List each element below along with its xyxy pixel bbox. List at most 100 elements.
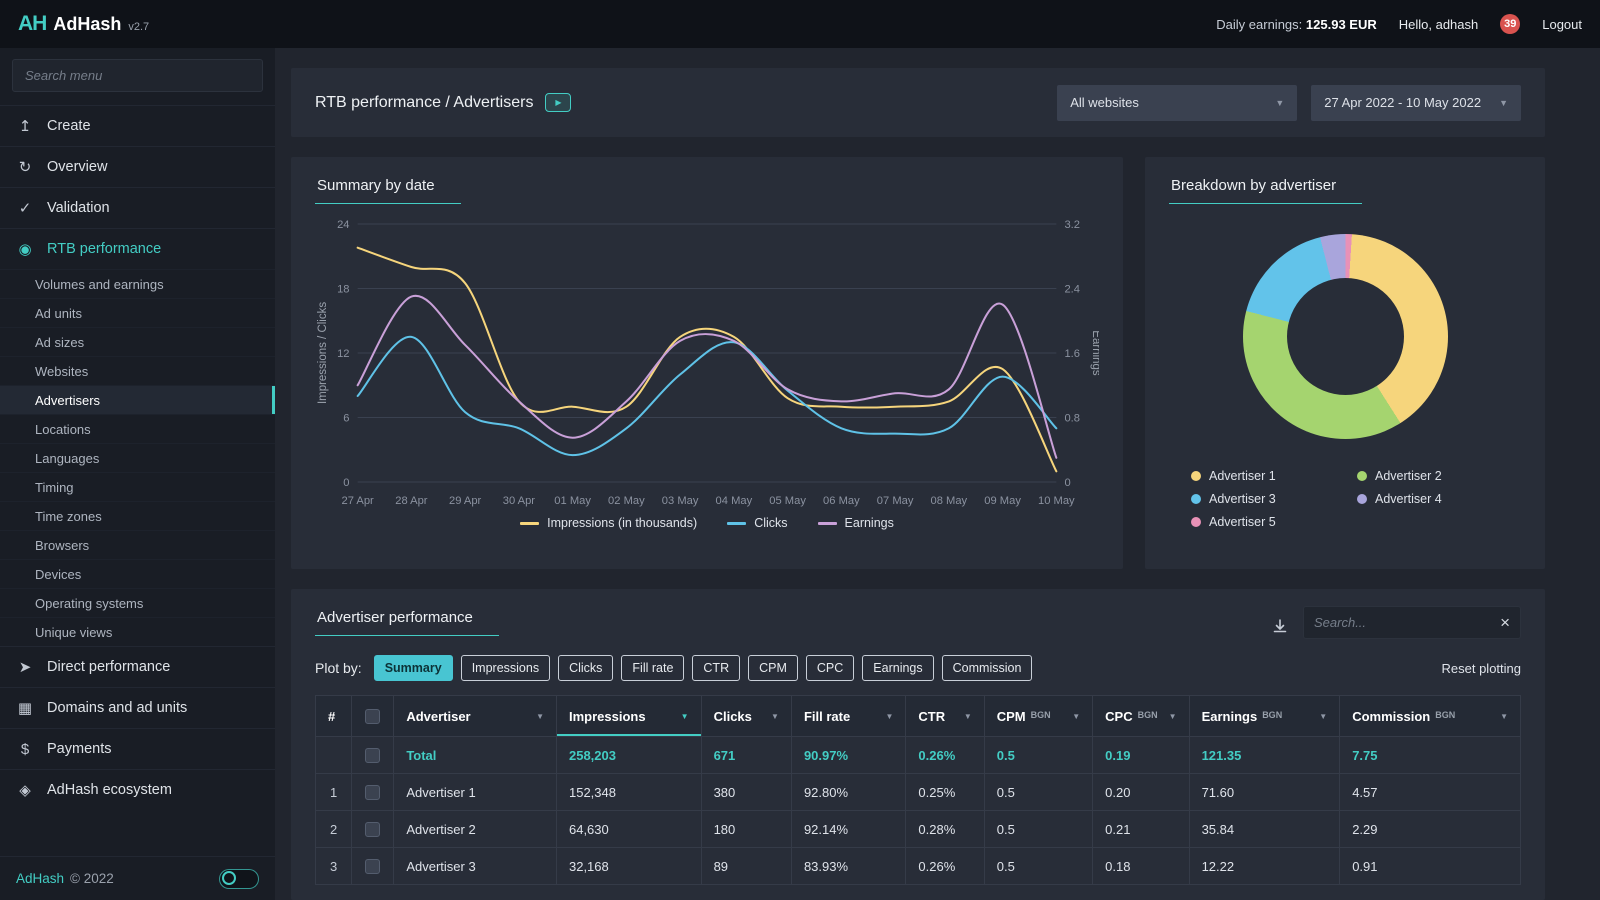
- play-button[interactable]: ▶: [545, 93, 571, 112]
- select-all-checkbox[interactable]: [365, 709, 380, 724]
- download-icon[interactable]: [1271, 617, 1289, 635]
- sidebar-search-input[interactable]: [12, 59, 263, 92]
- column-header-impressions[interactable]: Impressions ▼: [556, 696, 701, 737]
- plot-by-impressions-button[interactable]: Impressions: [461, 655, 550, 681]
- column-header-ctr[interactable]: CTR▼: [906, 696, 984, 737]
- adhash-logo[interactable]: AH AdHash v2.7: [18, 12, 149, 36]
- table-search-input[interactable]: [1314, 615, 1500, 630]
- sort-arrow-icon[interactable]: ▼: [536, 712, 544, 721]
- column-label: Advertiser: [406, 709, 470, 724]
- sidebar-item-operating-systems[interactable]: Operating systems: [0, 588, 275, 617]
- legend-item[interactable]: Impressions (in thousands): [520, 516, 697, 530]
- legend-item[interactable]: Clicks: [727, 516, 787, 530]
- currency-suffix: BGN: [1262, 710, 1282, 720]
- sidebar-item-languages[interactable]: Languages: [0, 443, 275, 472]
- sidebar-item-create[interactable]: ↥Create: [0, 105, 275, 146]
- svg-text:05 May: 05 May: [769, 495, 806, 507]
- plot-by-summary-button[interactable]: Summary: [374, 655, 453, 681]
- sort-arrow-icon[interactable]: ▼: [1319, 712, 1327, 721]
- cell-clicks: 671: [701, 737, 791, 774]
- column-header-cpc[interactable]: CPCBGN▼: [1093, 696, 1189, 737]
- legend-item[interactable]: Earnings: [818, 516, 894, 530]
- plot-by-ctr-button[interactable]: CTR: [692, 655, 740, 681]
- column-header-fill_rate[interactable]: Fill rate▼: [791, 696, 905, 737]
- sidebar-item-adhash-ecosystem[interactable]: ◈AdHash ecosystem: [0, 769, 275, 810]
- row-checkbox[interactable]: [365, 822, 380, 837]
- sidebar-item-unique-views[interactable]: Unique views: [0, 617, 275, 646]
- line-chart-legend: Impressions (in thousands) Clicks Earnings: [315, 516, 1099, 530]
- plot-by-earnings-button[interactable]: Earnings: [862, 655, 933, 681]
- plot-by-commission-button[interactable]: Commission: [942, 655, 1033, 681]
- column-header-cpm[interactable]: CPMBGN▼: [984, 696, 1092, 737]
- svg-text:10 May: 10 May: [1038, 495, 1075, 507]
- row-checkbox[interactable]: [365, 748, 380, 763]
- column-header-earnings[interactable]: EarningsBGN▼: [1189, 696, 1340, 737]
- theme-toggle[interactable]: [219, 869, 259, 889]
- reset-plotting-button[interactable]: Reset plotting: [1442, 661, 1522, 676]
- svg-text:0: 0: [1064, 477, 1070, 489]
- notification-badge[interactable]: 39: [1500, 14, 1520, 34]
- cell-impressions: 32,168: [556, 848, 701, 885]
- sort-arrow-icon[interactable]: ▼: [964, 712, 972, 721]
- cell-clicks: 89: [701, 848, 791, 885]
- sort-arrow-icon[interactable]: ▼: [886, 712, 894, 721]
- donut-legend-item[interactable]: Advertiser 3: [1191, 492, 1347, 506]
- plot-by-cpc-button[interactable]: CPC: [806, 655, 854, 681]
- sidebar-item-overview[interactable]: ↻Overview: [0, 146, 275, 187]
- column-label: CPC: [1105, 709, 1132, 724]
- column-label: Impressions: [569, 709, 646, 724]
- summary-line-chart: 0612182400.81.62.43.227 Apr28 Apr29 Apr3…: [315, 210, 1099, 512]
- row-checkbox[interactable]: [365, 785, 380, 800]
- plot-by-fill-rate-button[interactable]: Fill rate: [621, 655, 684, 681]
- legend-color-icon: [727, 522, 746, 525]
- svg-text:08 May: 08 May: [931, 495, 968, 507]
- column-header-checkbox: [352, 696, 394, 737]
- sidebar-item-label: Overview: [47, 159, 107, 175]
- cell-cpm: 0.5: [984, 774, 1092, 811]
- sort-arrow-icon[interactable]: ▼: [1072, 712, 1080, 721]
- plot-by-clicks-button[interactable]: Clicks: [558, 655, 613, 681]
- logout-button[interactable]: Logout: [1542, 17, 1582, 32]
- sidebar-item-devices[interactable]: Devices: [0, 559, 275, 588]
- cell-cpc: 0.20: [1093, 774, 1189, 811]
- footer-brand-link[interactable]: AdHash: [16, 871, 64, 886]
- sort-arrow-icon[interactable]: ▼: [771, 712, 779, 721]
- date-range-dropdown[interactable]: 27 Apr 2022 - 10 May 2022 ▼: [1311, 85, 1521, 121]
- sidebar-item-validation[interactable]: ✓Validation: [0, 187, 275, 228]
- sidebar-item-direct-performance[interactable]: ➤Direct performance: [0, 646, 275, 687]
- cell-earnings: 121.35: [1189, 737, 1340, 774]
- sort-arrow-icon[interactable]: ▼: [1169, 712, 1177, 721]
- donut-legend-item[interactable]: Advertiser 2: [1357, 469, 1513, 483]
- donut-legend-item[interactable]: Advertiser 5: [1191, 515, 1347, 529]
- sidebar-item-label: Payments: [47, 741, 111, 757]
- sidebar-item-websites[interactable]: Websites: [0, 356, 275, 385]
- sort-arrow-icon[interactable]: ▼: [1500, 712, 1508, 721]
- sidebar-item-volumes-and-earnings[interactable]: Volumes and earnings: [0, 269, 275, 298]
- sidebar-item-label: Create: [47, 118, 91, 134]
- websites-dropdown[interactable]: All websites ▼: [1057, 85, 1297, 121]
- sidebar-item-timing[interactable]: Timing: [0, 472, 275, 501]
- plot-by-cpm-button[interactable]: CPM: [748, 655, 798, 681]
- sidebar-item-ad-units[interactable]: Ad units: [0, 298, 275, 327]
- sidebar-item-locations[interactable]: Locations: [0, 414, 275, 443]
- panel-title: Summary by date: [315, 174, 461, 204]
- sidebar-item-browsers[interactable]: Browsers: [0, 530, 275, 559]
- column-header-commission[interactable]: CommissionBGN▼: [1340, 696, 1521, 737]
- donut-legend-item[interactable]: Advertiser 4: [1357, 492, 1513, 506]
- sidebar-item-time-zones[interactable]: Time zones: [0, 501, 275, 530]
- sidebar-item-rtb-performance[interactable]: ◉RTB performance: [0, 228, 275, 269]
- legend-color-icon: [1191, 471, 1201, 481]
- column-header-advertiser[interactable]: Advertiser ▼: [394, 696, 557, 737]
- row-checkbox[interactable]: [365, 859, 380, 874]
- logo-version: v2.7: [128, 21, 149, 33]
- close-icon[interactable]: ×: [1500, 614, 1510, 631]
- sidebar-item-payments[interactable]: $Payments: [0, 728, 275, 769]
- column-label: CPM: [997, 709, 1026, 724]
- legend-color-icon: [520, 522, 539, 525]
- column-header-clicks[interactable]: Clicks▼: [701, 696, 791, 737]
- sidebar-item-advertisers[interactable]: Advertisers: [0, 385, 275, 414]
- sidebar-item-domains-and-ad-units[interactable]: ▦Domains and ad units: [0, 687, 275, 728]
- donut-legend-item[interactable]: Advertiser 1: [1191, 469, 1347, 483]
- sort-arrow-icon[interactable]: ▼: [681, 712, 689, 721]
- sidebar-item-ad-sizes[interactable]: Ad sizes: [0, 327, 275, 356]
